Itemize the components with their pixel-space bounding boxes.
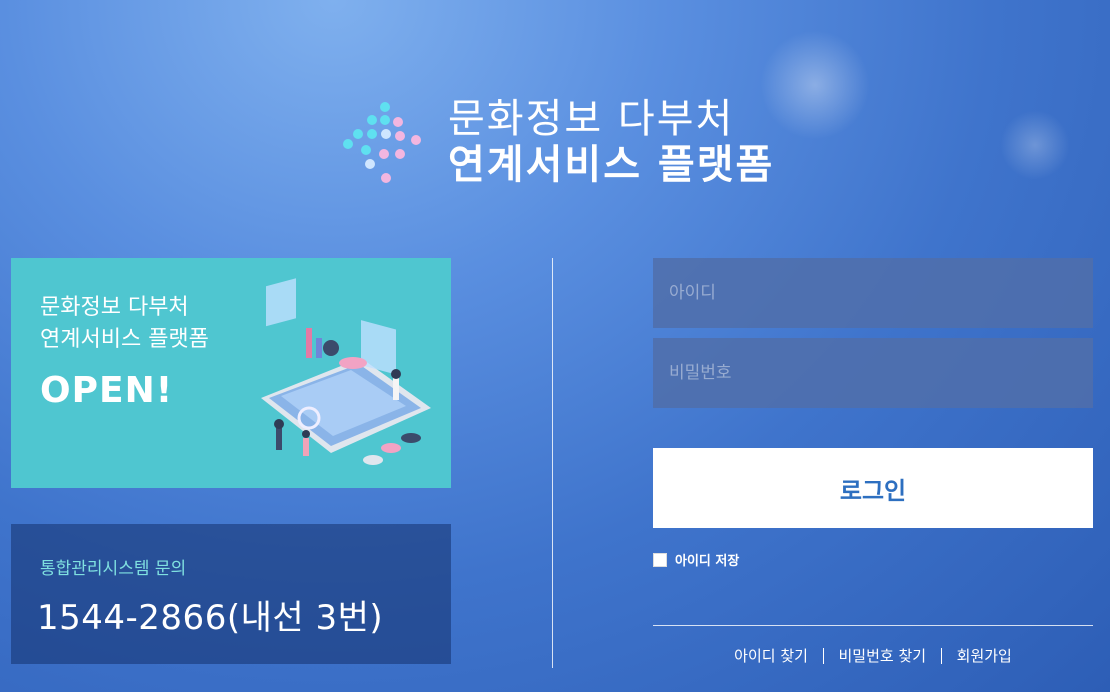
link-separator	[822, 648, 824, 664]
id-input[interactable]	[653, 258, 1093, 328]
site-logo: 문화정보 다부처 연계서비스 플랫폼	[340, 96, 780, 192]
login-button[interactable]: 로그인	[653, 448, 1093, 528]
contact-box: 통합관리시스템 문의 1544-2866(내선 3번)	[11, 524, 451, 664]
contact-label: 통합관리시스템 문의	[40, 559, 187, 579]
logo-dots-icon	[343, 102, 421, 183]
save-id-checkbox[interactable]	[653, 552, 667, 567]
banner-headline: OPEN!	[40, 370, 174, 411]
background-glow	[1000, 110, 1070, 180]
logo-title-line1: 문화정보 다부처	[448, 96, 735, 142]
password-input[interactable]	[653, 338, 1093, 408]
platform-illustration	[261, 278, 431, 465]
link-separator	[940, 648, 942, 664]
contact-phone: 1544-2866(내선 3번)	[37, 598, 384, 638]
logo-title-line2: 연계서비스 플랫폼	[448, 142, 775, 188]
save-id-row[interactable]: 아이디 저장	[653, 550, 739, 569]
banner-line2: 연계서비스 플랫폼	[40, 327, 209, 352]
find-id-link[interactable]: 아이디 찾기	[734, 647, 808, 665]
find-password-link[interactable]: 비밀번호 찾기	[839, 647, 927, 665]
horizontal-divider	[653, 625, 1093, 626]
signup-link[interactable]: 회원가입	[957, 647, 1012, 665]
save-id-label[interactable]: 아이디 저장	[675, 550, 739, 569]
open-banner: 문화정보 다부처 연계서비스 플랫폼 OPEN!	[11, 258, 451, 488]
vertical-divider	[552, 258, 553, 668]
account-links: 아이디 찾기 비밀번호 찾기 회원가입	[653, 645, 1093, 666]
banner-line1: 문화정보 다부처	[40, 295, 189, 320]
